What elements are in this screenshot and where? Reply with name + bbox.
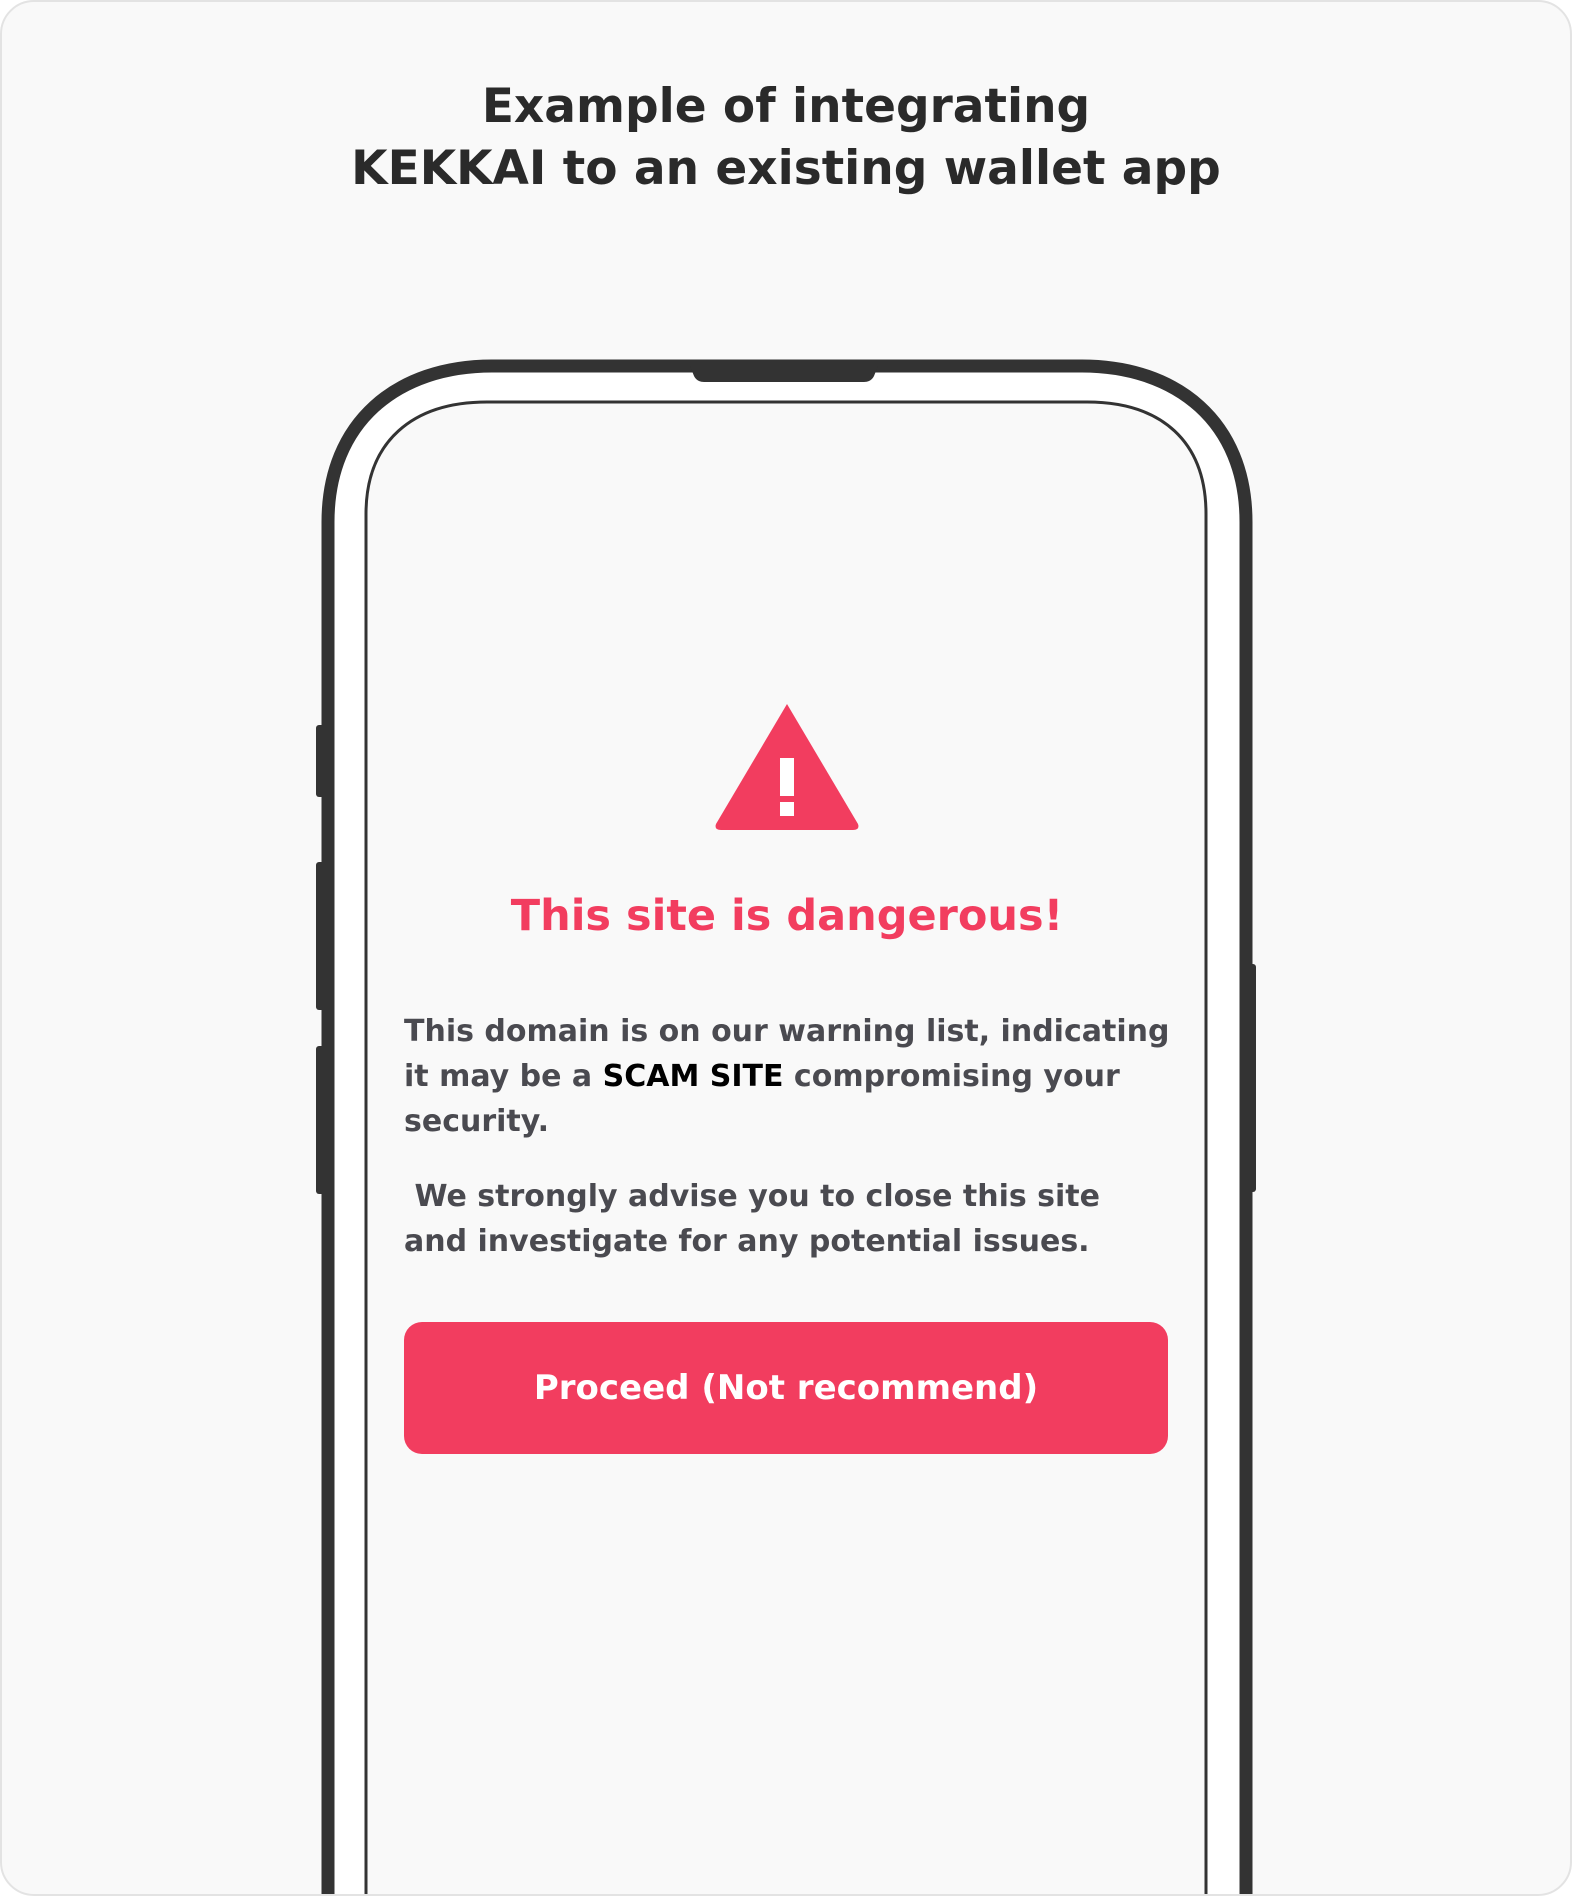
phone-notch: [690, 366, 878, 382]
warning-triangle-icon: [715, 704, 859, 830]
advice-message: We strongly advise you to close this sit…: [404, 1179, 1111, 1259]
warning-message: This domain is on our warning list, indi…: [404, 1009, 1170, 1144]
danger-headline: This site is dangerous!: [510, 891, 1064, 941]
phone-screen: [364, 400, 1208, 1894]
scam-site-emphasis: SCAM SITE: [602, 1059, 784, 1094]
example-card: Example of integrating KEKKAI to an exis…: [0, 0, 1572, 1896]
phone-mockup: [316, 359, 1256, 1894]
proceed-button[interactable]: Proceed (Not recommend): [404, 1322, 1168, 1454]
